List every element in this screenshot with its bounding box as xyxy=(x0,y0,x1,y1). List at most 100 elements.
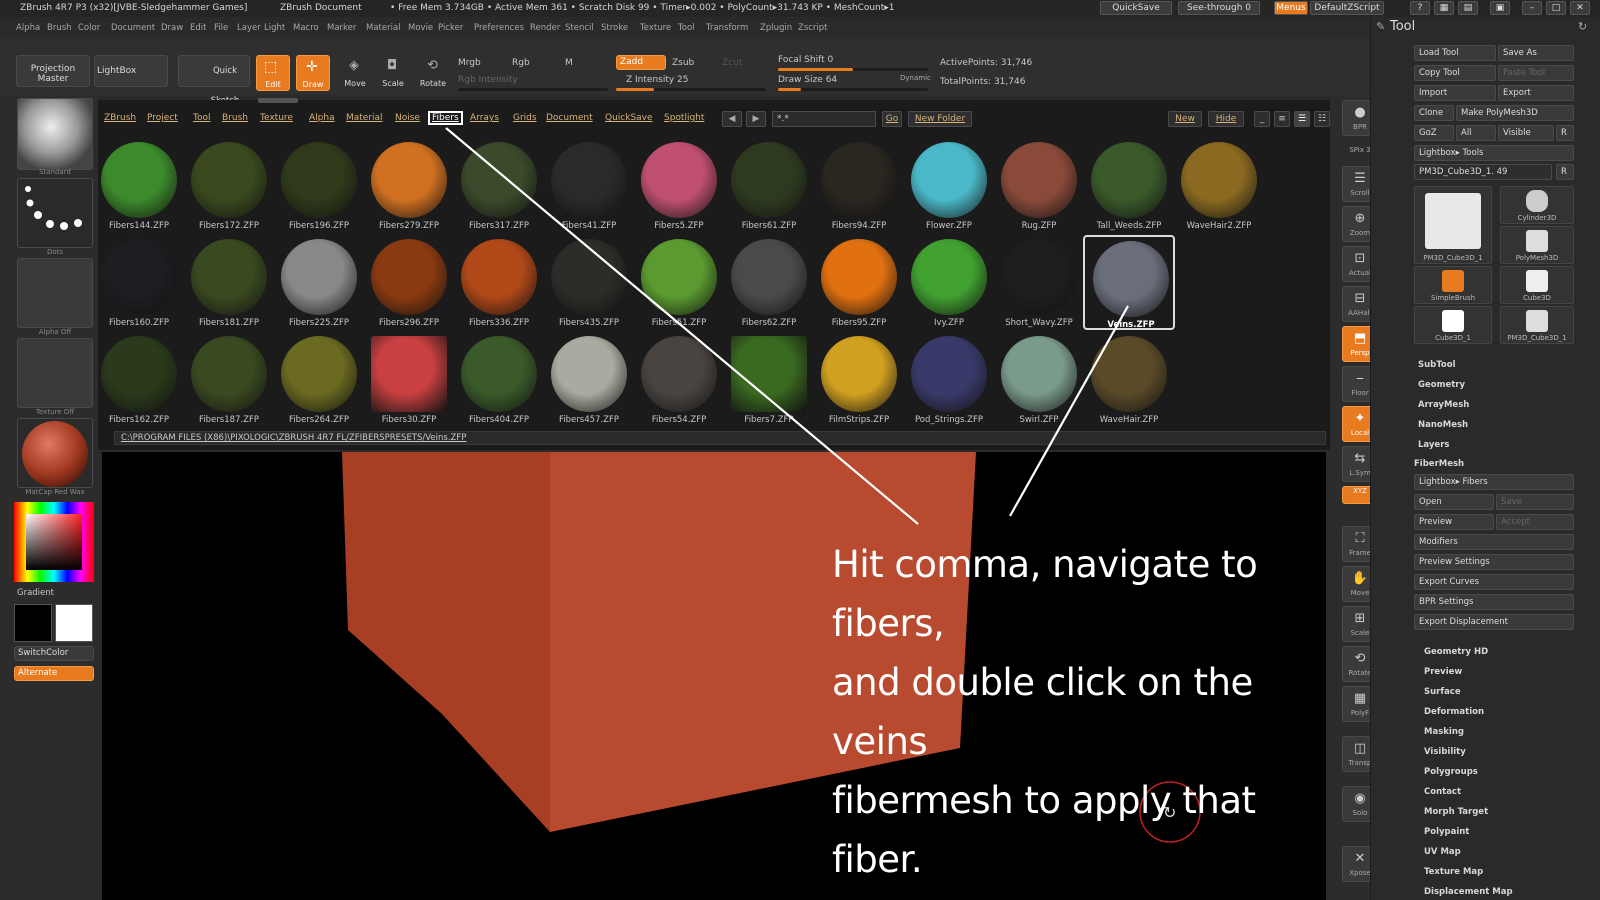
lock-icon[interactable]: ▣ xyxy=(1490,1,1510,15)
lightbox-button[interactable]: LightBox xyxy=(94,55,168,87)
lightbox-search-input[interactable] xyxy=(772,111,876,127)
export-button[interactable]: Export xyxy=(1498,85,1574,101)
menu-picker[interactable]: Picker xyxy=(438,23,463,33)
lightbox-tab-spotlight[interactable]: Spotlight xyxy=(664,113,704,123)
lightbox-tab-texture[interactable]: Texture xyxy=(260,113,293,123)
alpha-thumbnail[interactable] xyxy=(17,258,93,328)
section-masking[interactable]: Masking xyxy=(1424,727,1464,737)
small-view-icon[interactable]: _ xyxy=(1254,111,1270,127)
fiber-preset-item[interactable]: Fibers196.ZFP xyxy=(273,138,365,233)
load-tool-button[interactable]: Load Tool xyxy=(1414,45,1496,61)
fiber-preset-item[interactable]: Fibers5.ZFP xyxy=(633,138,725,233)
fiber-preset-item[interactable]: Fibers181.ZFP xyxy=(183,235,275,330)
copy-tool-button[interactable]: Copy Tool xyxy=(1414,65,1496,81)
rgb-intensity-slider[interactable]: Rgb Intensity xyxy=(458,75,518,85)
r-button[interactable]: R xyxy=(1556,125,1574,141)
color-square[interactable] xyxy=(26,514,82,570)
z-intensity-slider[interactable]: Z Intensity 25 xyxy=(626,75,689,85)
menu-texture[interactable]: Texture xyxy=(640,23,671,33)
menu-alpha[interactable]: Alpha xyxy=(16,23,40,33)
menu-light[interactable]: Light xyxy=(264,23,285,33)
menu-material[interactable]: Material xyxy=(366,23,401,33)
fiber-preset-item[interactable]: Short_Wavy.ZFP xyxy=(993,235,1085,330)
quick-sketch-button[interactable]: Quick Sketch xyxy=(178,55,250,106)
texture-thumbnail[interactable] xyxy=(17,338,93,408)
lightbox-tab-alpha[interactable]: Alpha xyxy=(309,113,335,123)
switch-color-button[interactable]: SwitchColor xyxy=(14,646,94,661)
lightbox-tab-noise[interactable]: Noise xyxy=(395,113,420,123)
section-geometry[interactable]: Geometry xyxy=(1418,380,1465,390)
paste-tool-button[interactable]: Paste Tool xyxy=(1498,65,1574,81)
fiber-preset-item[interactable]: WaveHair.ZFP xyxy=(1083,332,1175,427)
visible-button[interactable]: Visible xyxy=(1498,125,1554,141)
lightbox-fibers-button[interactable]: Lightbox▸ Fibers xyxy=(1414,474,1574,490)
fiber-preset-item[interactable]: Fibers7.ZFP xyxy=(723,332,815,427)
section-arraymesh[interactable]: ArrayMesh xyxy=(1418,400,1469,410)
zsub-button[interactable]: Zsub xyxy=(672,58,694,68)
fiber-preset-item[interactable]: Fibers95.ZFP xyxy=(813,235,905,330)
menu-preferences[interactable]: Preferences xyxy=(474,23,524,33)
maximize-icon[interactable]: □ xyxy=(1546,1,1566,15)
section-contact[interactable]: Contact xyxy=(1424,787,1461,797)
tool-thumbnail[interactable]: PM3D_Cube3D_1 xyxy=(1414,186,1492,264)
default-zscript-button[interactable]: DefaultZScript xyxy=(1310,1,1384,15)
fiber-preset-item[interactable]: Fibers435.ZFP xyxy=(543,235,635,330)
current-tool-slider[interactable]: PM3D_Cube3D_1. 49 xyxy=(1414,164,1552,180)
fiber-preset-item[interactable]: Fibers317.ZFP xyxy=(453,138,545,233)
section-deformation[interactable]: Deformation xyxy=(1424,707,1484,717)
section-subtool[interactable]: SubTool xyxy=(1418,360,1456,370)
save-as-button[interactable]: Save As xyxy=(1498,45,1574,61)
goz-button[interactable]: GoZ xyxy=(1414,125,1454,141)
fiber-preset-item[interactable]: Fibers51.ZFP xyxy=(633,235,725,330)
stroke-thumbnail[interactable] xyxy=(17,178,93,248)
prev-arrow-icon[interactable]: ◀ xyxy=(722,111,742,127)
menu-color[interactable]: Color xyxy=(78,23,100,33)
focal-shift-track[interactable] xyxy=(778,68,928,71)
section-nanomesh[interactable]: NanoMesh xyxy=(1418,420,1468,430)
draw-size-slider[interactable]: Draw Size 64 xyxy=(778,75,837,85)
menu-transform[interactable]: Transform xyxy=(706,23,748,33)
dynamic-toggle[interactable]: Dynamic xyxy=(900,74,931,82)
fiber-preset-item[interactable]: Fibers61.ZFP xyxy=(723,138,815,233)
fiber-preset-item[interactable]: Fibers264.ZFP xyxy=(273,332,365,427)
fiber-bpr-settings[interactable]: BPR Settings xyxy=(1414,594,1574,610)
focal-shift-slider[interactable]: Focal Shift 0 xyxy=(778,55,833,65)
quicksave-button[interactable]: QuickSave xyxy=(1100,1,1172,15)
hide-button[interactable]: Hide xyxy=(1208,111,1244,127)
menu-stencil[interactable]: Stencil xyxy=(565,23,594,33)
go-button[interactable]: Go xyxy=(882,111,902,127)
fiber-export-curves[interactable]: Export Curves xyxy=(1414,574,1574,590)
fiber-preset-item[interactable]: Tall_Weeds.ZFP xyxy=(1083,138,1175,233)
open-button[interactable]: Open xyxy=(1414,494,1494,510)
lightbox-tab-document[interactable]: Document xyxy=(546,113,593,123)
fiber-preset-item[interactable]: Fibers54.ZFP xyxy=(633,332,725,427)
section-geometry-hd[interactable]: Geometry HD xyxy=(1424,647,1488,657)
r-button-2[interactable]: R xyxy=(1556,164,1574,180)
section-visibility[interactable]: Visibility xyxy=(1424,747,1466,757)
menu-layer[interactable]: Layer xyxy=(237,23,261,33)
tool-thumbnail[interactable]: SimpleBrush xyxy=(1414,266,1492,304)
fiber-preview-settings[interactable]: Preview Settings xyxy=(1414,554,1574,570)
mrgb-button[interactable]: Mrgb xyxy=(458,58,481,68)
section-displacement-map[interactable]: Displacement Map xyxy=(1424,887,1513,897)
palette-close-icon[interactable]: ↻ xyxy=(1578,20,1587,33)
section-uv-map[interactable]: UV Map xyxy=(1424,847,1461,857)
fiber-export-displacement[interactable]: Export Displacement xyxy=(1414,614,1574,630)
fiber-preset-item[interactable]: Fibers62.ZFP xyxy=(723,235,815,330)
preview-button[interactable]: Preview xyxy=(1414,514,1494,530)
layout-icon[interactable]: ▦ xyxy=(1434,1,1454,15)
zadd-button[interactable]: Zadd xyxy=(616,55,666,70)
section-preview[interactable]: Preview xyxy=(1424,667,1462,677)
rgb-button[interactable]: Rgb xyxy=(512,58,530,68)
menu-draw[interactable]: Draw xyxy=(161,23,183,33)
fiber-preset-item[interactable]: Fibers187.ZFP xyxy=(183,332,275,427)
lightbox-tab-brush[interactable]: Brush xyxy=(222,113,248,123)
help-icon[interactable]: ? xyxy=(1410,1,1430,15)
fiber-preset-item[interactable]: FilmStrips.ZFP xyxy=(813,332,905,427)
fiber-modifiers[interactable]: Modifiers xyxy=(1414,534,1574,550)
fiber-preset-item[interactable]: Fibers162.ZFP xyxy=(93,332,185,427)
section-fibermesh[interactable]: FiberMesh xyxy=(1414,459,1464,469)
menus-button[interactable]: Menus xyxy=(1274,1,1308,15)
gradient-label[interactable]: Gradient xyxy=(17,588,54,598)
tool-pin-icon[interactable]: ✎ xyxy=(1376,20,1385,33)
